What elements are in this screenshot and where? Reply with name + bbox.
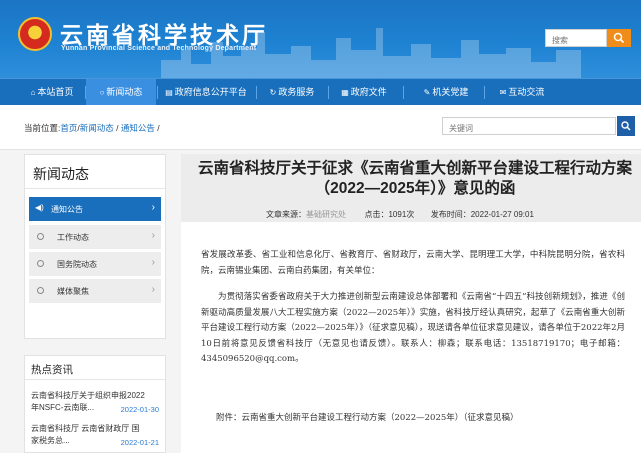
article-header: 云南省科技厅关于征求《云南省重大创新平台建设工程行动方案（2022—2025年）… xyxy=(181,154,641,222)
breadcrumb-section-link[interactable]: 新闻动态 xyxy=(80,123,114,133)
nav-divider xyxy=(484,86,485,99)
sidebar-news-panel: 新闻动态 ◀) 通知公告 › 工作动态 › 国务院动态 › 媒体聚焦 › xyxy=(24,154,166,339)
sidebar-item-media[interactable]: 媒体聚焦 › xyxy=(29,279,161,303)
sidebar-item-work-news[interactable]: 工作动态 › xyxy=(29,225,161,249)
chevron-right-icon: › xyxy=(151,202,155,213)
article-body: 为贯彻落实省委省政府关于大力推进创新型云南建设总体部署和《云南省“十四五”科技创… xyxy=(201,292,625,364)
chevron-right-icon: › xyxy=(151,257,155,268)
sidebar-heading: 新闻动态 xyxy=(25,155,165,189)
article-panel: 云南省科技厅关于征求《云南省重大创新平台建设工程行动方案（2022—2025年）… xyxy=(181,154,641,453)
hot-item-date: 2022-01-21 xyxy=(120,438,159,447)
search-icon xyxy=(613,32,625,44)
sidebar-item-notices[interactable]: ◀) 通知公告 › xyxy=(29,197,161,221)
nav-divider xyxy=(256,86,257,99)
search-icon xyxy=(621,121,631,131)
nav-item-home[interactable]: ⌂ 本站首页 xyxy=(22,79,82,106)
document-icon: ▦ xyxy=(341,88,349,97)
speaker-icon: ◀) xyxy=(35,203,44,212)
circle-icon: ○ xyxy=(99,88,105,97)
article-source: 基础研究处 xyxy=(306,210,346,219)
article-clicks: 1091次 xyxy=(388,210,415,219)
circle-icon xyxy=(37,287,44,294)
article-recipients: 省发展改革委、省工业和信息化厅、省教育厅、省财政厅，云南大学、昆明理工大学，中科… xyxy=(201,250,625,276)
breadcrumb-home-link[interactable]: 首页 xyxy=(60,123,77,133)
nav-item-gov-files[interactable]: ▦ 政府文件 xyxy=(330,79,398,106)
chat-icon: ✉ xyxy=(499,88,507,97)
circle-icon xyxy=(37,260,44,267)
site-subtitle: Yunnan Provincial Science and Technology… xyxy=(61,45,257,52)
breadcrumb-current-link[interactable]: 通知公告 xyxy=(121,123,155,133)
chevron-right-icon: › xyxy=(151,284,155,295)
nav-item-gov-info[interactable]: ▤ 政府信息公开平台 xyxy=(158,79,254,106)
sidebar-item-state-council[interactable]: 国务院动态 › xyxy=(29,252,161,276)
nav-item-gov-service[interactable]: ↻ 政务服务 xyxy=(258,79,326,106)
home-icon: ⌂ xyxy=(30,88,36,97)
main-nav: ⌂ 本站首页 ○ 新闻动态 ▤ 政府信息公开平台 ↻ 政务服务 ▦ 政府文件 ✎ 机关党建 … xyxy=(0,78,641,106)
nav-item-party[interactable]: ✎ 机关党建 xyxy=(413,79,479,106)
nav-item-news[interactable]: ○ 新闻动态 xyxy=(86,79,156,106)
refresh-icon: ↻ xyxy=(269,88,277,97)
circle-icon xyxy=(37,233,44,240)
list-icon: ▤ xyxy=(165,88,173,97)
site-header: ★ 云南省科学技术厅 Yunnan Provincial Science and… xyxy=(0,0,641,78)
nav-item-interaction[interactable]: ✉ 互动交流 xyxy=(488,79,556,106)
breadcrumb: 当前位置:首页/新闻动态 / 通知公告 / xyxy=(24,123,160,133)
hot-heading: 热点资讯 xyxy=(25,356,165,380)
site-search-box xyxy=(545,29,607,49)
national-emblem-icon: ★ xyxy=(18,17,52,51)
hot-item-date: 2022-01-30 xyxy=(120,405,159,414)
article-meta: 文章来源：基础研究处 点击：1091次 发布时间：2022-01-27 09:0… xyxy=(266,210,534,219)
keyword-search-box xyxy=(442,117,616,137)
article-title: 云南省科技厅关于征求《云南省重大创新平台建设工程行动方案（2022—2025年）… xyxy=(197,160,632,197)
nav-divider xyxy=(403,86,404,99)
site-search-input[interactable] xyxy=(546,32,606,49)
chevron-right-icon: › xyxy=(151,230,155,241)
nav-divider xyxy=(328,86,329,99)
site-search-button[interactable] xyxy=(607,29,631,47)
keyword-search-button[interactable] xyxy=(617,116,635,136)
attachment-link[interactable]: 附件：云南省重大创新平台建设工程行动方案（2022—2025年）（征求意见稿） xyxy=(216,411,519,423)
wrench-icon: ✎ xyxy=(423,88,431,97)
article-time: 2022-01-27 09:01 xyxy=(470,210,534,219)
keyword-search-input[interactable] xyxy=(443,120,615,137)
sidebar-hot-panel: 热点资讯 云南省科技厅关于组织申报2022 年NSFC-云南联... 2022-… xyxy=(24,355,166,453)
